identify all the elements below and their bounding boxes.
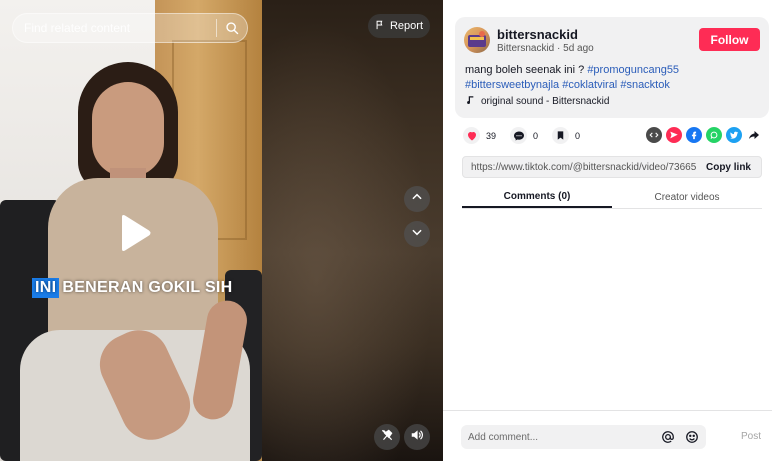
play-icon[interactable] (114, 213, 154, 253)
follow-button[interactable]: Follow (699, 28, 760, 51)
search-icon[interactable] (217, 13, 247, 43)
whatsapp-icon[interactable] (706, 127, 722, 143)
video-player[interactable]: Report INI BENERAN GOKIL SIH (0, 0, 443, 461)
report-button[interactable]: Report (368, 14, 430, 38)
flag-icon (375, 20, 385, 33)
chevron-up-icon (410, 190, 424, 209)
hashtag-link[interactable]: #snacktok (620, 79, 670, 91)
copy-link-button[interactable]: Copy link (696, 162, 761, 173)
details-panel: bittersnackid Bittersnackid · 5d ago Fol… (443, 0, 772, 461)
report-label: Report (389, 20, 424, 32)
volume-icon (410, 428, 424, 447)
search-input[interactable] (13, 14, 216, 42)
hashtag-link[interactable]: #coklatviral (562, 79, 617, 91)
floating-player-button[interactable] (374, 424, 400, 450)
mention-icon[interactable] (658, 427, 678, 447)
comment-tabs: Comments (0) Creator videos (462, 186, 762, 209)
tab-comments[interactable]: Comments (0) (462, 186, 612, 208)
comment-count: 0 (533, 130, 539, 141)
meta-separator: · (554, 43, 564, 54)
chevron-down-icon (410, 225, 424, 244)
heart-icon (463, 127, 480, 144)
comment-input[interactable] (461, 425, 658, 449)
share-arrow-icon[interactable] (746, 127, 762, 143)
share-row (646, 127, 762, 143)
sound-label: original sound - Bittersnackid (481, 96, 610, 107)
embed-icon[interactable] (646, 127, 662, 143)
hashtag-link[interactable]: #bittersweetbynajla (465, 79, 559, 91)
floating-player-off-icon (380, 428, 394, 447)
video-link[interactable]: https://www.tiktok.com/@bittersnackid/vi… (463, 162, 696, 173)
engagement-row: 39 0 0 (463, 127, 594, 144)
previous-video-button[interactable] (404, 186, 430, 212)
caption-highlight: INI (32, 278, 60, 298)
save-count: 0 (575, 130, 581, 141)
like-count: 39 (486, 130, 497, 141)
search-bar[interactable] (12, 13, 248, 43)
comment-box[interactable] (461, 425, 706, 449)
author-card: bittersnackid Bittersnackid · 5d ago Fol… (455, 17, 769, 118)
twitter-icon[interactable] (726, 127, 742, 143)
save-button[interactable]: 0 (552, 127, 580, 144)
video-link-box: https://www.tiktok.com/@bittersnackid/vi… (462, 156, 762, 178)
author-username[interactable]: bittersnackid (497, 27, 578, 42)
music-note-icon (465, 95, 475, 108)
bookmark-icon (552, 127, 570, 144)
sound-link[interactable]: original sound - Bittersnackid (465, 95, 609, 108)
comment-bar: Post (443, 410, 772, 461)
comment-button[interactable]: 0 (510, 127, 538, 144)
video-caption: INI BENERAN GOKIL SIH (32, 278, 233, 298)
author-display-name[interactable]: Bittersnackid (497, 43, 554, 54)
description-text: mang boleh seenak ini ? (465, 64, 588, 76)
author-meta: Bittersnackid · 5d ago (497, 43, 594, 54)
facebook-icon[interactable] (686, 127, 702, 143)
next-video-button[interactable] (404, 221, 430, 247)
volume-button[interactable] (404, 424, 430, 450)
post-time: 5d ago (563, 43, 594, 54)
hashtag-link[interactable]: #promoguncang55 (587, 64, 679, 76)
comment-icon (510, 127, 528, 144)
emoji-icon[interactable] (682, 427, 702, 447)
post-description: mang boleh seenak ini ? #promoguncang55 #… (465, 63, 765, 93)
post-comment-button[interactable]: Post (741, 431, 761, 442)
like-button[interactable]: 39 (463, 127, 496, 144)
send-to-friends-icon[interactable] (666, 127, 682, 143)
tab-creator-videos[interactable]: Creator videos (612, 186, 762, 208)
caption-text: BENERAN GOKIL SIH (62, 279, 233, 296)
avatar[interactable] (464, 27, 490, 53)
